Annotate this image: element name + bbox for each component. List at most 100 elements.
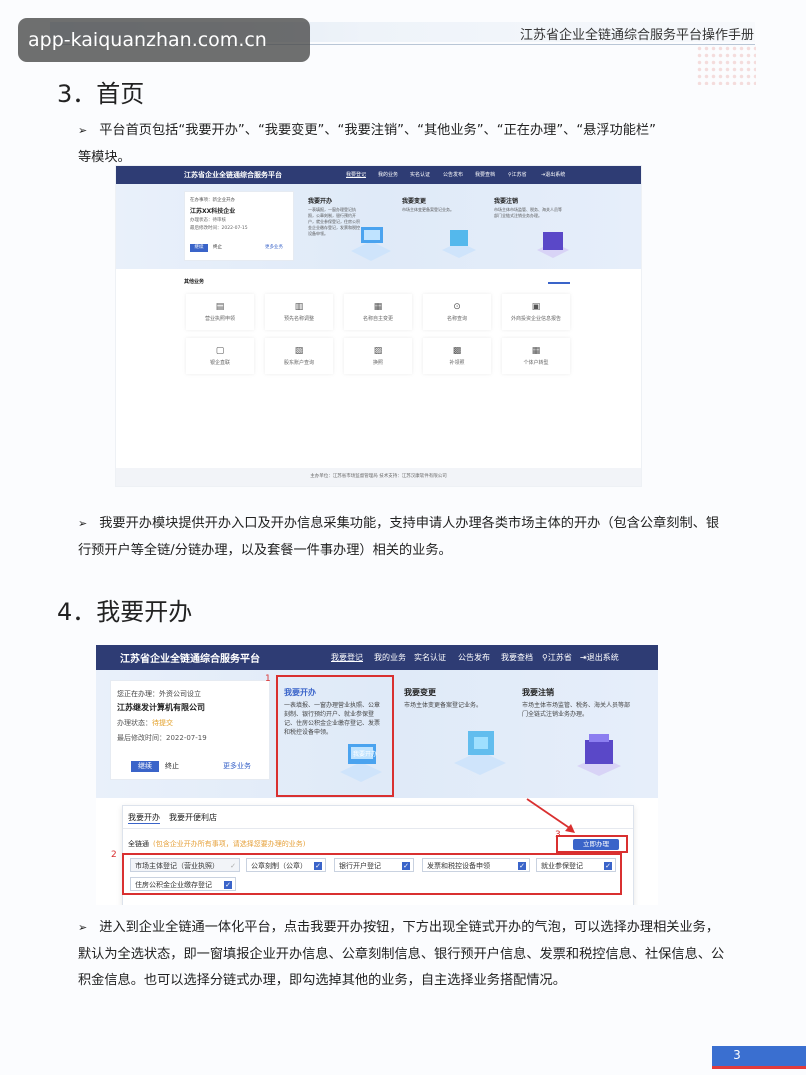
app-title-2: 江苏省企业全链通综合服务平台: [120, 654, 260, 665]
manual-title: 江苏省企业全链通综合服务平台操作手册: [519, 28, 754, 43]
grid-item-label: 名称自主变更: [362, 316, 393, 322]
grid-item[interactable]: ▣ 外商投资企业信息报告: [502, 294, 570, 330]
nav-register[interactable]: 我要登记: [346, 171, 366, 178]
more-link-2[interactable]: 更多业务: [223, 761, 251, 772]
nav-my-business-2[interactable]: 我的业务: [374, 652, 406, 663]
cancel-tile-2[interactable]: 我要注销 市场主体市场监管、税务、海关人员等部门全链式注销业务办理。: [522, 687, 634, 719]
open-title-2: 我要开办: [284, 688, 316, 697]
grid-item-label: 股东账户查询: [283, 360, 314, 366]
cancel-title-2: 我要注销: [522, 688, 554, 697]
grid-item-label: 预先名称调整: [283, 316, 314, 322]
nav-my-business[interactable]: 我的业务: [378, 171, 398, 178]
section4-desc: ➢ 进入到企业全链通一体化平台，点击我要开办按钮，下方出现全链式开办的气泡，可以选…: [78, 915, 768, 995]
annotation-arrow-icon: [526, 798, 575, 833]
company-name-2: 江苏继发计算机有限公司: [117, 703, 205, 712]
checkbox-checked-icon: ✓: [224, 881, 232, 889]
nav-archive[interactable]: 我要查档: [475, 171, 495, 178]
tab-open[interactable]: 我要开办: [128, 812, 160, 824]
box-illustration-icon-2: [577, 734, 621, 776]
tab-convenience-store[interactable]: 我要开便利店: [169, 812, 217, 823]
nav-realname-2[interactable]: 实名认证: [414, 652, 446, 663]
nav-logout[interactable]: ⇥退出系统: [541, 171, 565, 178]
continue-button-2[interactable]: 继续: [131, 761, 159, 772]
status-line-2: 办理状态：待提交: [117, 719, 173, 727]
nav-announce-2[interactable]: 公告发布: [458, 652, 490, 663]
grid-item[interactable]: ▩ 补领照: [423, 338, 491, 374]
grid-item[interactable]: ▨ 换照: [344, 338, 412, 374]
computer-illustration-icon-2: 我要开办: [340, 744, 382, 782]
open-tile-2[interactable]: 我要开办 一表填报、一窗办理营业执照、公章刻制、银行预约开户、就业参保登记、住房…: [284, 687, 384, 737]
doing-label-2: 您正在办理：外资公司设立: [117, 690, 201, 698]
checkbox-checked-icon: ✓: [518, 862, 526, 870]
grid-item[interactable]: ▦ 名称自主变更: [344, 294, 412, 330]
stop-button[interactable]: 终止: [213, 244, 222, 252]
change-title: 我要变更: [402, 198, 427, 205]
company-name: 江苏XX科技企业: [190, 208, 236, 215]
checkbox-checked-icon: ✓: [604, 862, 612, 870]
desc-text: 进入到企业全链通一体化平台，点击我要开办按钮，下方出现全链式开办的气泡，可以选择…: [99, 920, 720, 935]
grid-item-label: 换照: [372, 360, 383, 366]
svg-text:我要开办: 我要开办: [353, 750, 377, 758]
grid-item-icon: ▧: [294, 346, 304, 356]
change-title-2: 我要变更: [404, 688, 436, 697]
more-link[interactable]: 更多业务: [265, 244, 283, 252]
page-number-accent: [712, 1066, 806, 1069]
grid-item-label: 营业执照申领: [204, 316, 235, 322]
bullet-arrow-icon: ➢: [78, 921, 88, 934]
grid-item[interactable]: ▢ 银企直联: [186, 338, 254, 374]
section-heading-open: 4．我要开办: [57, 598, 193, 626]
cancel-desc-2: 市场主体市场监管、税务、海关人员等部门全链式注销业务办理。: [522, 702, 631, 718]
grid-item[interactable]: ⊙ 名称查询: [423, 294, 491, 330]
grid-item[interactable]: ▤ 营业执照申领: [186, 294, 254, 330]
nav-province[interactable]: ⚲江苏省: [508, 171, 527, 178]
carousel-indicator[interactable]: [548, 282, 570, 284]
intro-text: 平台首页包括“我要开办”、“我要变更”、“我要注销”、“其他业务”、“正在办理”…: [99, 123, 656, 138]
grid-item-label: 银企直联: [209, 360, 230, 366]
option-bank[interactable]: 银行开户登记 ✓: [334, 858, 414, 872]
chain-label: 全链通: [128, 840, 149, 848]
option-seal[interactable]: 公章刻制（公章） ✓: [246, 858, 326, 872]
open-desc-2: 一表填报、一窗办理营业执照、公章刻制、银行预约开户、就业参保登记、住房公积金企业…: [284, 702, 381, 736]
app-navbar: 江苏省企业全链通综合服务平台 我要登记 我的业务 实名认证 公告发布 我要查档 …: [116, 166, 641, 184]
option-social[interactable]: 就业参保登记 ✓: [536, 858, 616, 872]
app-title: 江苏省企业全链通综合服务平台: [184, 171, 282, 179]
checkbox-checked-icon: ✓: [402, 862, 410, 870]
nav-announce[interactable]: 公告发布: [443, 171, 463, 178]
continue-button[interactable]: 继续: [190, 244, 208, 252]
nav-logout-2[interactable]: ⇥退出系统: [580, 652, 619, 663]
apply-now-button[interactable]: 立即办理: [573, 839, 619, 850]
decorative-dots: [696, 45, 756, 85]
change-desc: 市场主体变更备案登记业务。: [402, 207, 454, 212]
nav-register-2[interactable]: 我要登记: [331, 652, 363, 663]
grid-item-label: 名称查询: [446, 316, 467, 322]
app-navbar-2: 江苏省企业全链通综合服务平台 我要登记 我的业务 实名认证 公告发布 我要查档 …: [96, 645, 658, 670]
modified-time-2: 最后修改时间：2022-07-19: [117, 734, 207, 742]
open-business-screenshot: 江苏省企业全链通综合服务平台 我要登记 我的业务 实名认证 公告发布 我要查档 …: [96, 645, 658, 905]
cube-illustration-icon-2: [454, 731, 506, 775]
grid-item-icon: ▦: [373, 302, 383, 312]
grid-item-icon: ▩: [452, 346, 462, 356]
stop-button-2[interactable]: 终止: [165, 761, 179, 772]
option-invoice[interactable]: 发票和税控设备申领 ✓: [422, 858, 530, 872]
logout-icon: ⇥: [580, 653, 587, 662]
footer-text: 主办单位：江苏省市场监督管理局 技术支持：江苏汉康软件有限公司: [310, 474, 447, 479]
chain-hint: (包含企业开办所有事项，请选择您要办理的业务): [153, 840, 306, 848]
grid-item[interactable]: ▦ 个体户转型: [502, 338, 570, 374]
cancel-tile[interactable]: 我要注销 市场主体市场监管、税务、海关人员等部门全链式注销业务办理。: [494, 196, 564, 219]
grid-item-label: 补领照: [449, 360, 465, 366]
option-registration[interactable]: 市场主体登记（营业执照） ✓: [130, 858, 240, 872]
nav-province-2[interactable]: ⚲江苏省: [542, 652, 572, 663]
grid-item-icon: ▣: [531, 302, 541, 312]
grid-item-icon: ⊙: [453, 302, 461, 312]
computer-illustration-icon: [351, 227, 391, 261]
desc-text-2: 默认为全选状态，即一窗填报企业开办信息、公章刻制信息、银行预开户信息、发票和税控…: [78, 946, 725, 962]
grid-item[interactable]: ▥ 预先名称调整: [265, 294, 333, 330]
change-tile-2[interactable]: 我要变更 市场主体变更备案登记业务。: [404, 687, 504, 710]
change-tile[interactable]: 我要变更 市场主体变更备案登记业务。: [402, 196, 477, 213]
grid-item[interactable]: ▧ 股东账户查询: [265, 338, 333, 374]
grid-item-icon: ▨: [373, 346, 383, 356]
option-fund[interactable]: 住房公积金企业缴存登记 ✓: [130, 877, 236, 891]
nav-archive-2[interactable]: 我要查档: [501, 652, 533, 663]
section-heading-home: 3．首页: [57, 80, 145, 108]
nav-realname[interactable]: 实名认证: [410, 171, 430, 178]
